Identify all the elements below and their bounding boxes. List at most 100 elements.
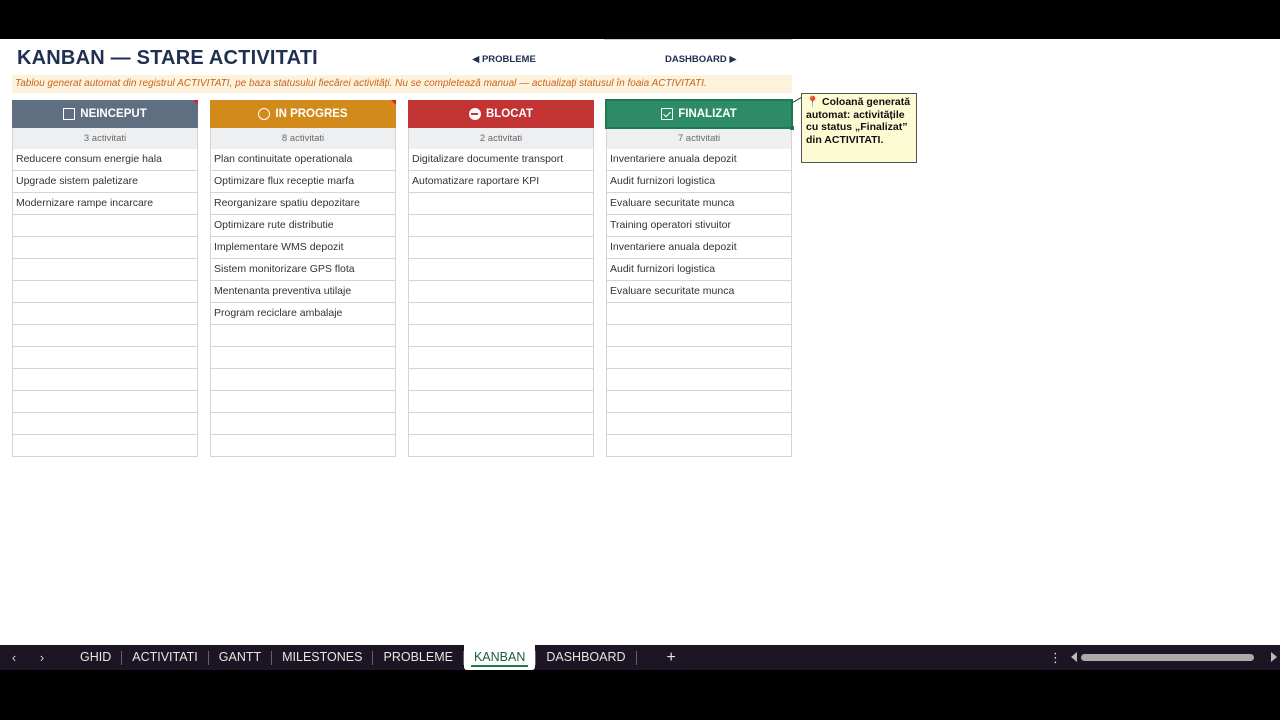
- kanban-card[interactable]: [12, 391, 198, 413]
- more-options-icon[interactable]: ⋮: [1049, 650, 1062, 666]
- kanban-card[interactable]: [606, 347, 792, 369]
- no-entry-icon: [468, 108, 481, 120]
- scroll-left-icon[interactable]: [1071, 652, 1077, 662]
- tab-dashboard[interactable]: DASHBOARD: [536, 645, 635, 670]
- tab-gantt[interactable]: GANTT: [209, 645, 271, 670]
- kanban-card[interactable]: [408, 281, 594, 303]
- kanban-card[interactable]: [12, 325, 198, 347]
- column-header-finalizat[interactable]: FINALIZAT: [605, 99, 794, 130]
- kanban-card[interactable]: Reorganizare spatiu depozitare: [210, 193, 396, 215]
- circle-icon: [258, 108, 271, 120]
- tab-activitati[interactable]: ACTIVITATI: [122, 645, 208, 670]
- scrollbar-thumb[interactable]: [1081, 654, 1254, 661]
- column-count: 8 activitati: [210, 128, 396, 149]
- kanban-card[interactable]: [606, 303, 792, 325]
- kanban-card[interactable]: Mentenanta preventiva utilaje: [210, 281, 396, 303]
- tab-probleme[interactable]: PROBLEME: [373, 645, 462, 670]
- kanban-card[interactable]: [210, 325, 396, 347]
- kanban-card[interactable]: [606, 325, 792, 347]
- add-sheet-button[interactable]: +: [667, 649, 676, 667]
- nav-link-probleme[interactable]: ◀ PROBLEME: [472, 54, 536, 65]
- kanban-card[interactable]: Implementare WMS depozit: [210, 237, 396, 259]
- kanban-card[interactable]: [12, 347, 198, 369]
- kanban-card[interactable]: [408, 347, 594, 369]
- selection-fill-handle[interactable]: [790, 126, 794, 130]
- kanban-card[interactable]: [408, 237, 594, 259]
- kanban-card[interactable]: [408, 259, 594, 281]
- kanban-card[interactable]: Audit furnizori logistica: [606, 259, 792, 281]
- kanban-card[interactable]: [606, 413, 792, 435]
- column-header-in-progres[interactable]: IN PROGRES: [210, 100, 396, 128]
- column-title: IN PROGRES: [275, 108, 348, 120]
- kanban-card[interactable]: Automatizare raportare KPI: [408, 171, 594, 193]
- kanban-card[interactable]: [12, 259, 198, 281]
- kanban-card[interactable]: Modernizare rampe incarcare: [12, 193, 198, 215]
- tab-kanban[interactable]: KANBAN: [463, 645, 536, 670]
- kanban-card[interactable]: [606, 391, 792, 413]
- kanban-card[interactable]: [12, 215, 198, 237]
- scroll-right-icon[interactable]: [1271, 652, 1277, 662]
- kanban-card[interactable]: Audit furnizori logistica: [606, 171, 792, 193]
- kanban-card[interactable]: [606, 369, 792, 391]
- nav-link-dashboard[interactable]: DASHBOARD ▶: [665, 54, 737, 65]
- column-title: FINALIZAT: [678, 108, 737, 120]
- kanban-card[interactable]: Sistem monitorizare GPS flota: [210, 259, 396, 281]
- column-header-neinceput[interactable]: NEINCEPUT: [12, 100, 198, 128]
- kanban-card[interactable]: [12, 413, 198, 435]
- cell-note: 📍 Coloană generată automat: activitățile…: [801, 93, 917, 163]
- kanban-card[interactable]: [12, 281, 198, 303]
- checkbox-checked-icon: [661, 108, 674, 120]
- kanban-card[interactable]: [408, 303, 594, 325]
- kanban-card[interactable]: Digitalizare documente transport: [408, 149, 594, 171]
- kanban-column-neinceput: NEINCEPUT 3 activitati Reducere consum e…: [12, 100, 198, 457]
- kanban-card[interactable]: Program reciclare ambalaje: [210, 303, 396, 325]
- kanban-card[interactable]: Plan continuitate operationala: [210, 149, 396, 171]
- kanban-card[interactable]: Inventariere anuala depozit: [606, 237, 792, 259]
- kanban-card[interactable]: [408, 193, 594, 215]
- kanban-card[interactable]: [408, 391, 594, 413]
- kanban-column-in-progres: IN PROGRES 8 activitati Plan continuitat…: [210, 100, 396, 457]
- kanban-card[interactable]: [408, 369, 594, 391]
- kanban-card[interactable]: [210, 391, 396, 413]
- kanban-column-finalizat: FINALIZAT 7 activitati Inventariere anua…: [605, 99, 794, 457]
- kanban-card[interactable]: [210, 347, 396, 369]
- chevron-left-icon[interactable]: ‹: [0, 650, 28, 665]
- kanban-card[interactable]: [408, 435, 594, 457]
- checkbox-empty-icon: [63, 108, 76, 120]
- kanban-card[interactable]: Reducere consum energie hala: [12, 149, 198, 171]
- kanban-card[interactable]: Upgrade sistem paletizare: [12, 171, 198, 193]
- top-divider: [604, 39, 792, 40]
- kanban-card[interactable]: Inventariere anuala depozit: [606, 149, 792, 171]
- kanban-card[interactable]: [12, 435, 198, 457]
- kanban-card[interactable]: Optimizare flux receptie marfa: [210, 171, 396, 193]
- column-title: BLOCAT: [485, 108, 534, 120]
- comment-indicator: [193, 100, 198, 105]
- kanban-card[interactable]: Optimizare rute distributie: [210, 215, 396, 237]
- kanban-card[interactable]: [12, 369, 198, 391]
- kanban-card[interactable]: [606, 435, 792, 457]
- horizontal-scrollbar[interactable]: [1071, 652, 1277, 663]
- kanban-card[interactable]: [408, 413, 594, 435]
- note-text: Coloană generată automat: activitățile c…: [806, 96, 911, 146]
- kanban-card[interactable]: [408, 325, 594, 347]
- kanban-card[interactable]: Evaluare securitate munca: [606, 193, 792, 215]
- column-title: NEINCEPUT: [80, 108, 147, 120]
- kanban-card[interactable]: [210, 413, 396, 435]
- sheet-tab-bar: ‹ › GHID ACTIVITATI GANTT MILESTONES PROBLEM…: [0, 645, 1280, 670]
- kanban-column-blocat: BLOCAT 2 activitati Digitalizare documen…: [408, 100, 594, 457]
- kanban-card[interactable]: [210, 369, 396, 391]
- tab-ghid[interactable]: GHID: [70, 645, 121, 670]
- kanban-card[interactable]: Training operatori stivuitor: [606, 215, 792, 237]
- kanban-card[interactable]: [210, 435, 396, 457]
- column-header-blocat[interactable]: BLOCAT: [408, 100, 594, 128]
- spreadsheet-sheet[interactable]: KANBAN — STARE ACTIVITATI ◀ PROBLEME DAS…: [0, 39, 1280, 645]
- column-count: 3 activitati: [12, 128, 198, 149]
- kanban-card[interactable]: [12, 303, 198, 325]
- chevron-right-icon[interactable]: ›: [28, 650, 56, 665]
- kanban-card[interactable]: Evaluare securitate munca: [606, 281, 792, 303]
- kanban-card[interactable]: [408, 215, 594, 237]
- tab-milestones[interactable]: MILESTONES: [272, 645, 372, 670]
- kanban-card[interactable]: [12, 237, 198, 259]
- comment-indicator: [391, 100, 396, 105]
- sheet-tabs: GHID ACTIVITATI GANTT MILESTONES PROBLEME KAN…: [70, 645, 637, 670]
